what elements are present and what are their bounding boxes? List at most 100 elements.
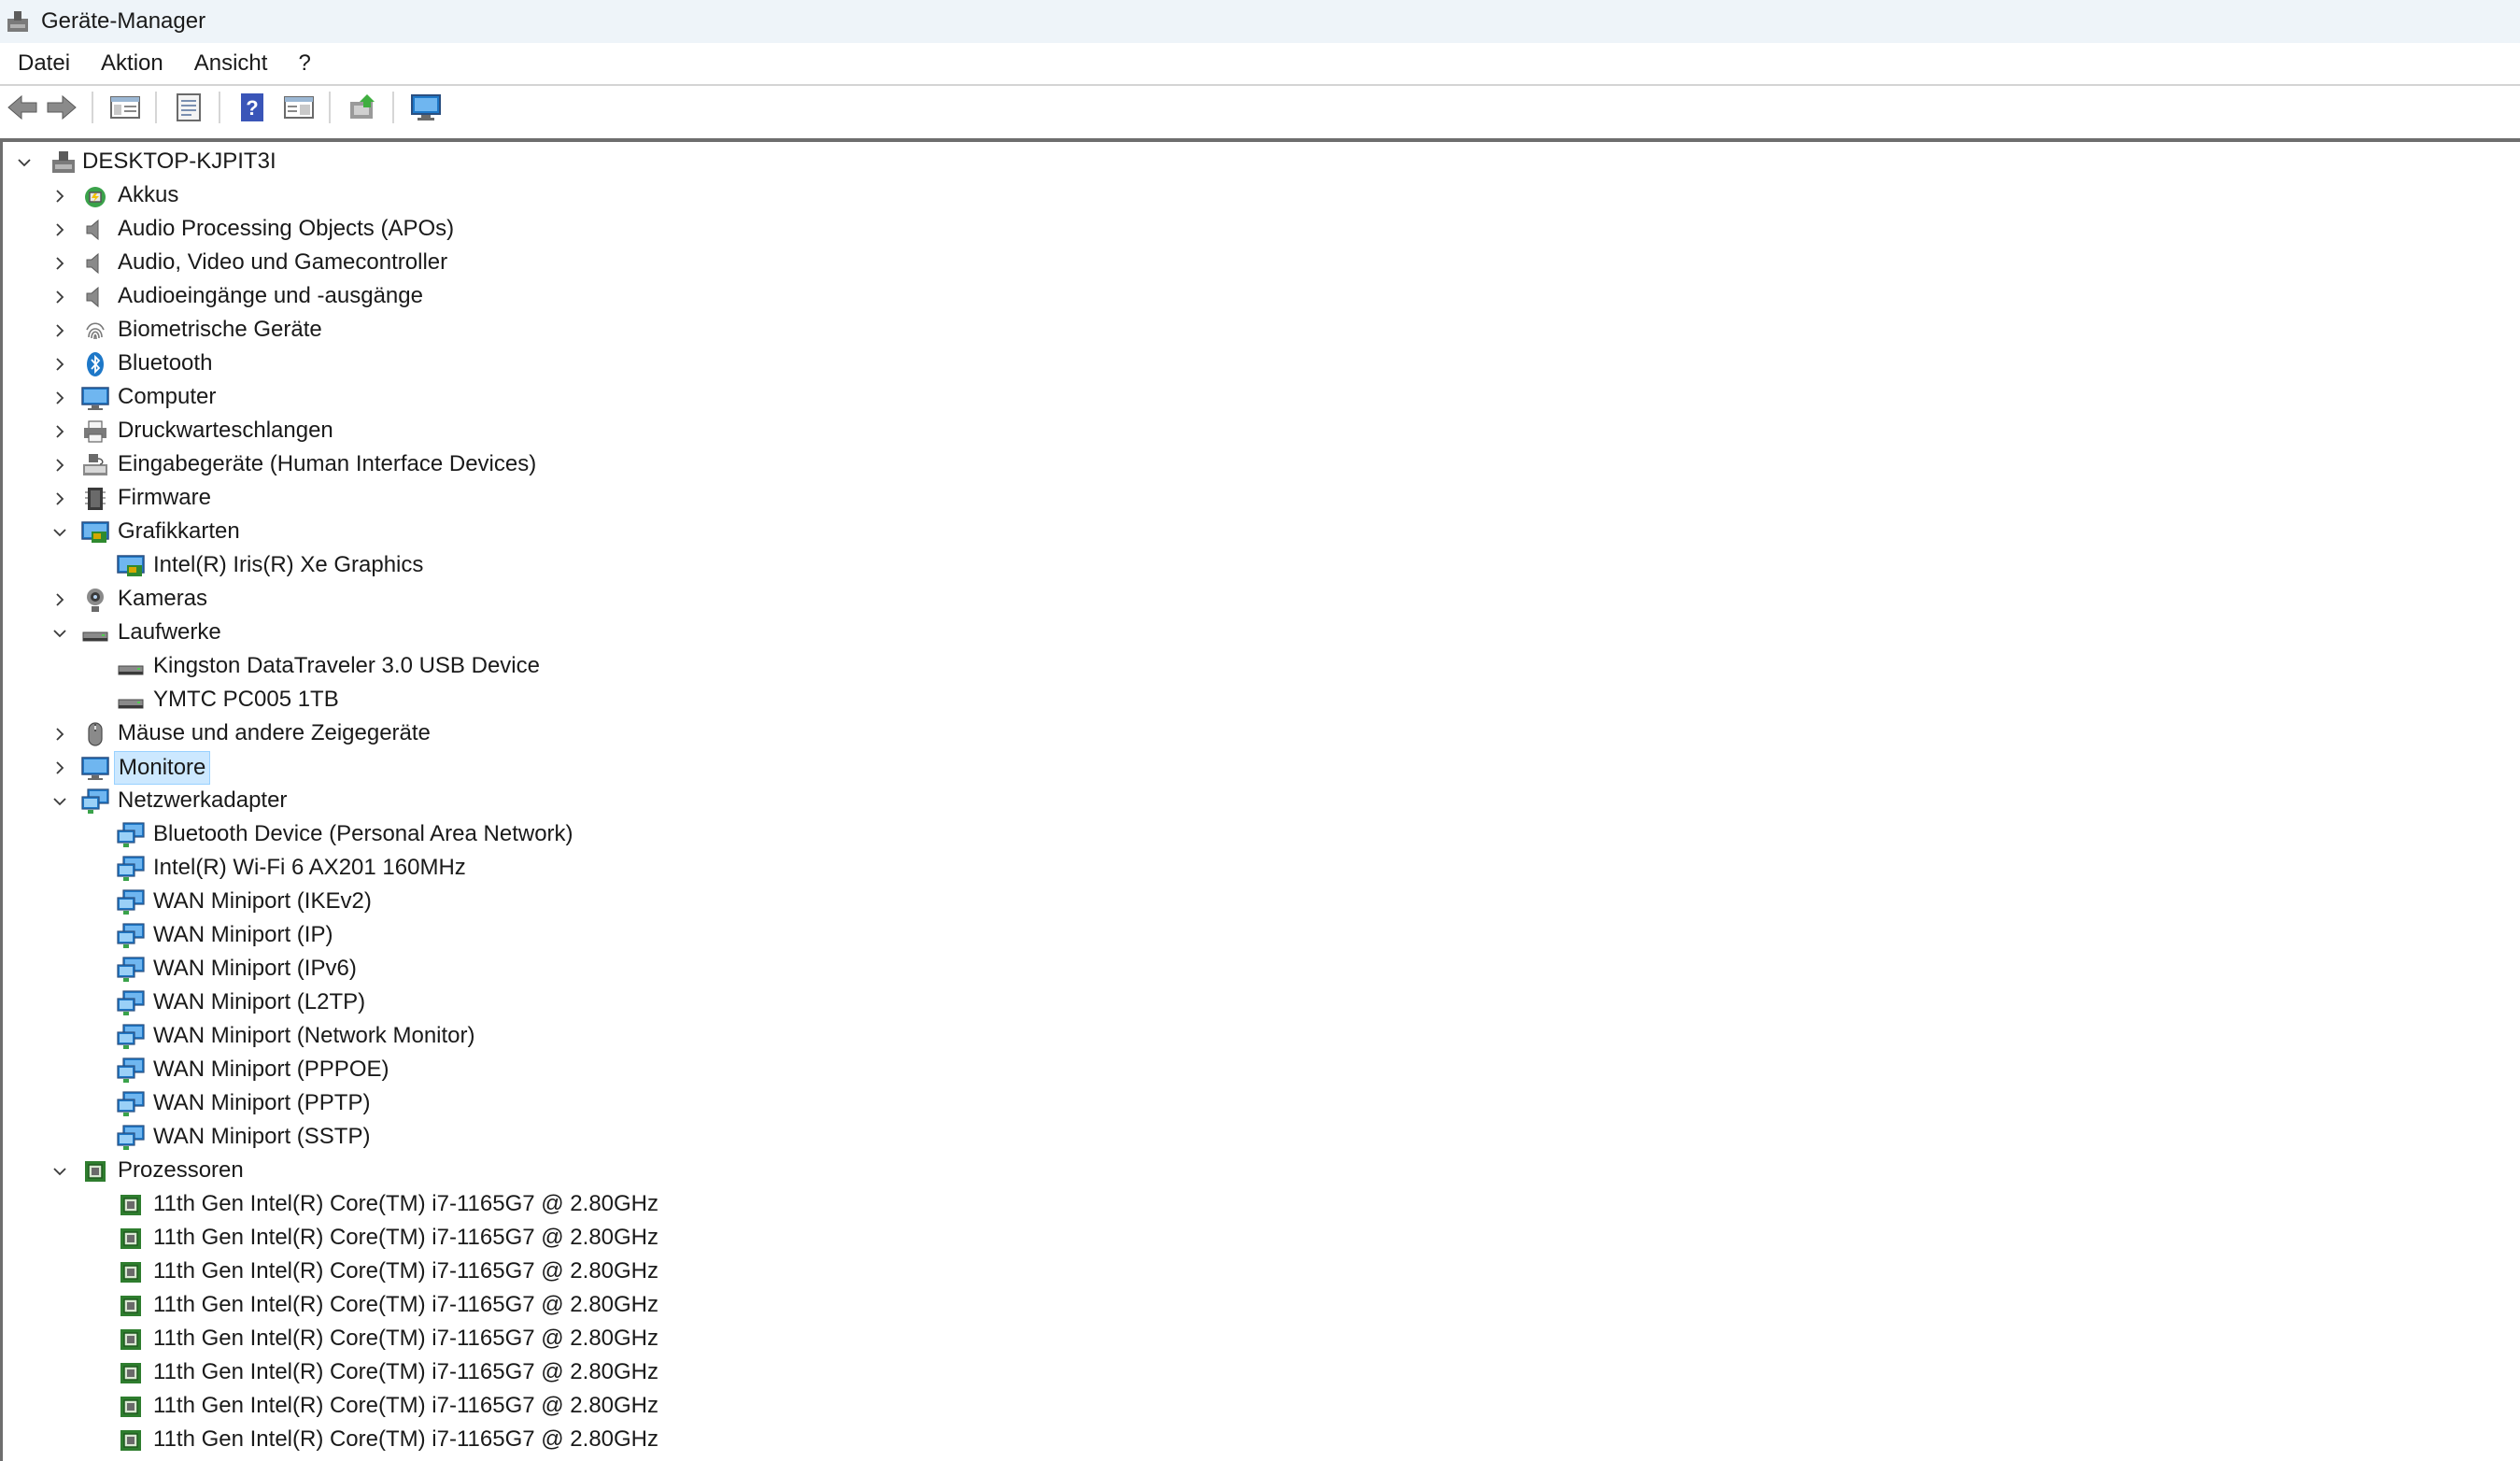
tree-label[interactable]: WAN Miniport (IP) [149, 919, 336, 951]
tree-category[interactable]: Laufwerke [0, 617, 2513, 650]
expand-chevron-icon[interactable] [50, 389, 69, 407]
expand-chevron-icon[interactable] [50, 759, 69, 777]
expand-chevron-icon[interactable] [50, 590, 69, 609]
tree-label[interactable]: Biometrische Geräte [114, 314, 326, 346]
menu-datei[interactable]: Datei [18, 50, 70, 77]
tree-device[interactable]: WAN Miniport (IP) [0, 919, 2513, 953]
tree-device[interactable]: 11th Gen Intel(R) Core(TM) i7-1165G7 @ 2… [0, 1323, 2513, 1356]
selected-tree-label[interactable]: Monitore [114, 751, 211, 785]
tree-label[interactable]: 11th Gen Intel(R) Core(TM) i7-1165G7 @ 2… [149, 1390, 662, 1422]
tree-category[interactable]: Biometrische Geräte [0, 314, 2513, 348]
tree-device[interactable]: 11th Gen Intel(R) Core(TM) i7-1165G7 @ 2… [0, 1356, 2513, 1390]
tree-root[interactable]: DESKTOP-KJPIT3I [0, 146, 2513, 179]
tree-label[interactable]: Firmware [114, 482, 215, 514]
forward-button[interactable] [43, 89, 80, 126]
expand-chevron-icon[interactable] [50, 187, 69, 206]
tree-category[interactable]: Bluetooth [0, 348, 2513, 381]
tree-label[interactable]: Druckwarteschlangen [114, 415, 337, 447]
tree-device[interactable]: 11th Gen Intel(R) Core(TM) i7-1165G7 @ 2… [0, 1222, 2513, 1255]
tree-label[interactable]: Intel(R) Wi-Fi 6 AX201 160MHz [149, 852, 470, 884]
tree-label[interactable]: 11th Gen Intel(R) Core(TM) i7-1165G7 @ 2… [149, 1222, 662, 1254]
tree-category[interactable]: Grafikkarten [0, 516, 2513, 549]
view-button[interactable] [280, 89, 318, 126]
tree-label[interactable]: DESKTOP-KJPIT3I [78, 146, 280, 177]
collapse-chevron-icon[interactable] [50, 624, 69, 643]
tree-label[interactable]: Kingston DataTraveler 3.0 USB Device [149, 650, 544, 682]
tree-device[interactable]: WAN Miniport (Network Monitor) [0, 1020, 2513, 1054]
tree-category[interactable]: Audio Processing Objects (APOs) [0, 213, 2513, 247]
tree-device[interactable]: WAN Miniport (L2TP) [0, 986, 2513, 1020]
expand-chevron-icon[interactable] [50, 456, 69, 475]
tree-category[interactable]: Monitore [0, 751, 2513, 785]
tree-label[interactable]: WAN Miniport (SSTP) [149, 1121, 374, 1153]
expand-chevron-icon[interactable] [50, 422, 69, 441]
update-driver-button[interactable] [344, 89, 381, 126]
tree-category[interactable]: Druckwarteschlangen [0, 415, 2513, 448]
tree-label[interactable]: Audio Processing Objects (APOs) [114, 213, 458, 245]
tree-label[interactable]: Kameras [114, 583, 211, 615]
tree-label[interactable]: Netzwerkadapter [114, 785, 290, 816]
expand-chevron-icon[interactable] [50, 321, 69, 340]
tree-label[interactable]: Audioeingänge und -ausgänge [114, 280, 427, 312]
properties-button[interactable] [170, 89, 207, 126]
tree-category[interactable]: Computer [0, 381, 2513, 415]
tree-label[interactable]: Bluetooth [114, 348, 216, 379]
tree-label[interactable]: 11th Gen Intel(R) Core(TM) i7-1165G7 @ 2… [149, 1255, 662, 1287]
tree-label[interactable]: Laufwerke [114, 617, 225, 648]
tree-category[interactable]: Netzwerkadapter [0, 785, 2513, 818]
tree-device[interactable]: 11th Gen Intel(R) Core(TM) i7-1165G7 @ 2… [0, 1255, 2513, 1289]
tree-label[interactable]: WAN Miniport (IKEv2) [149, 886, 375, 917]
tree-label[interactable]: Mäuse und andere Zeigegeräte [114, 717, 434, 749]
tree-label[interactable]: WAN Miniport (Network Monitor) [149, 1020, 479, 1052]
tree-category[interactable]: Firmware [0, 482, 2513, 516]
collapse-chevron-icon[interactable] [50, 523, 69, 542]
tree-device[interactable]: WAN Miniport (PPTP) [0, 1087, 2513, 1121]
expand-chevron-icon[interactable] [50, 288, 69, 306]
tree-category[interactable]: Prozessoren [0, 1155, 2513, 1188]
back-button[interactable] [4, 89, 41, 126]
tree-label[interactable]: 11th Gen Intel(R) Core(TM) i7-1165G7 @ 2… [149, 1356, 662, 1388]
tree-device[interactable]: YMTC PC005 1TB [0, 684, 2513, 717]
tree-device[interactable]: Intel(R) Iris(R) Xe Graphics [0, 549, 2513, 583]
expand-chevron-icon[interactable] [50, 220, 69, 239]
tree-device[interactable]: Bluetooth Device (Personal Area Network) [0, 818, 2513, 852]
show-hide-tree-button[interactable] [106, 89, 144, 126]
tree-device[interactable]: WAN Miniport (IKEv2) [0, 886, 2513, 919]
tree-device[interactable]: 11th Gen Intel(R) Core(TM) i7-1165G7 @ 2… [0, 1390, 2513, 1424]
expand-chevron-icon[interactable] [50, 254, 69, 273]
tree-category[interactable]: Eingabegeräte (Human Interface Devices) [0, 448, 2513, 482]
tree-category[interactable]: Audioeingänge und -ausgänge [0, 280, 2513, 314]
tree-label[interactable]: WAN Miniport (L2TP) [149, 986, 369, 1018]
expand-chevron-icon[interactable] [50, 355, 69, 374]
collapse-chevron-icon[interactable] [50, 792, 69, 811]
tree-label[interactable]: WAN Miniport (PPTP) [149, 1087, 374, 1119]
tree-device[interactable]: WAN Miniport (SSTP) [0, 1121, 2513, 1155]
tree-label[interactable]: 11th Gen Intel(R) Core(TM) i7-1165G7 @ 2… [149, 1188, 662, 1220]
collapse-chevron-icon[interactable] [50, 1162, 69, 1181]
tree-device[interactable]: WAN Miniport (IPv6) [0, 953, 2513, 986]
tree-label[interactable]: Prozessoren [114, 1155, 248, 1186]
tree-category[interactable]: Audio, Video und Gamecontroller [0, 247, 2513, 280]
help-button[interactable]: ? [234, 89, 271, 126]
tree-label[interactable]: Intel(R) Iris(R) Xe Graphics [149, 549, 427, 581]
expand-chevron-icon[interactable] [50, 489, 69, 508]
tree-label[interactable]: Akkus [114, 179, 182, 211]
tree-label[interactable]: 11th Gen Intel(R) Core(TM) i7-1165G7 @ 2… [149, 1289, 662, 1321]
menu-ansicht[interactable]: Ansicht [194, 50, 268, 77]
collapse-chevron-icon[interactable] [15, 153, 34, 172]
tree-label[interactable]: YMTC PC005 1TB [149, 684, 343, 716]
tree-device[interactable]: 11th Gen Intel(R) Core(TM) i7-1165G7 @ 2… [0, 1289, 2513, 1323]
menu-aktion[interactable]: Aktion [101, 50, 163, 77]
tree-label[interactable]: WAN Miniport (IPv6) [149, 953, 361, 985]
scan-hardware-button[interactable] [407, 89, 445, 126]
tree-label[interactable]: Audio, Video und Gamecontroller [114, 247, 451, 278]
tree-label[interactable]: Eingabegeräte (Human Interface Devices) [114, 448, 540, 480]
tree-label[interactable]: 11th Gen Intel(R) Core(TM) i7-1165G7 @ 2… [149, 1424, 662, 1455]
tree-category[interactable]: Akkus [0, 179, 2513, 213]
tree-label[interactable]: Grafikkarten [114, 516, 244, 547]
tree-label[interactable]: Bluetooth Device (Personal Area Network) [149, 818, 577, 850]
tree-device[interactable]: 11th Gen Intel(R) Core(TM) i7-1165G7 @ 2… [0, 1424, 2513, 1457]
tree-device[interactable]: WAN Miniport (PPPOE) [0, 1054, 2513, 1087]
menu-help[interactable]: ? [298, 50, 310, 77]
tree-label[interactable]: 11th Gen Intel(R) Core(TM) i7-1165G7 @ 2… [149, 1323, 662, 1355]
